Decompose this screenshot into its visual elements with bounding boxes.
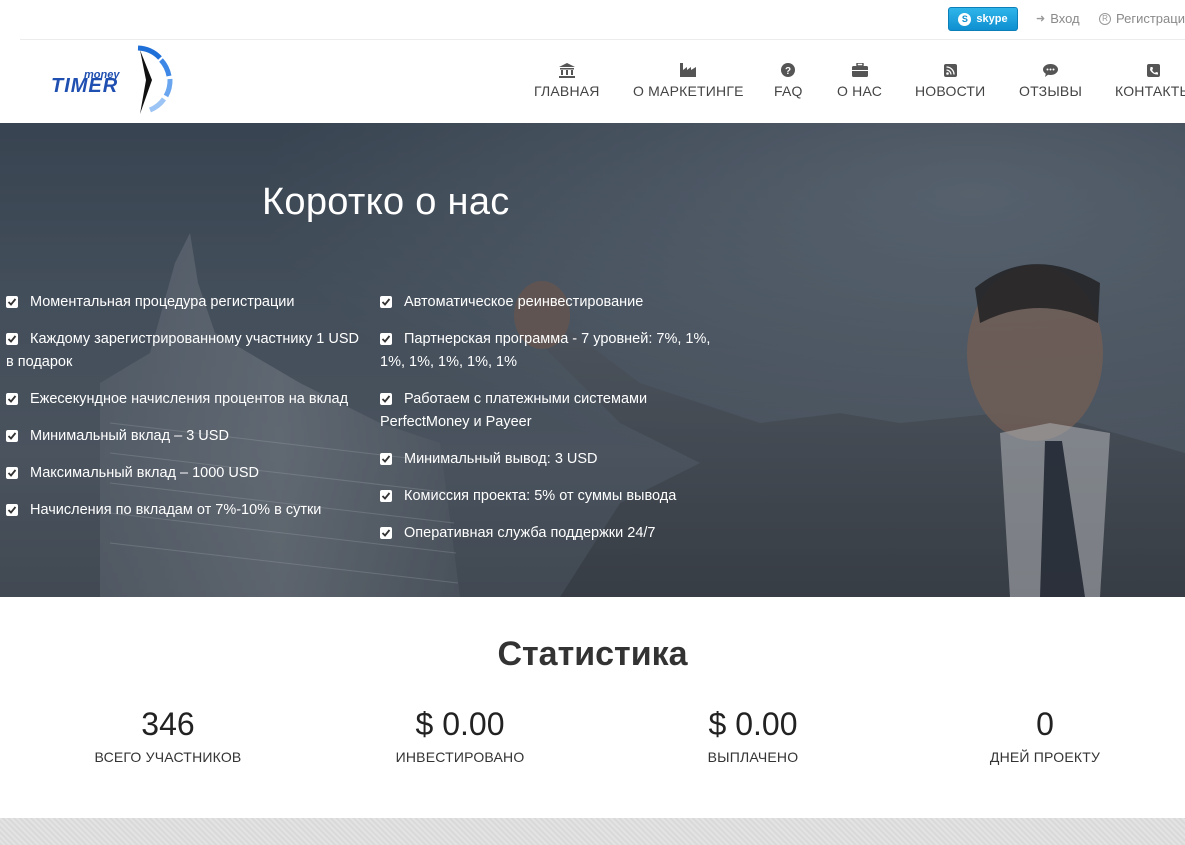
check-square-icon — [380, 490, 392, 502]
feature-text: Работаем с платежными системами PerfectM… — [380, 391, 648, 430]
industry-icon — [680, 62, 697, 78]
stat-value: $ 0.00 — [415, 706, 505, 742]
nav-contacts-label: КОНТАКТЫ — [1115, 83, 1185, 99]
feature-item: Работаем с платежными системами PerfectM… — [380, 388, 720, 434]
nav-home[interactable]: ГЛАВНАЯ — [534, 62, 600, 99]
stats-title: Статистика — [497, 635, 688, 673]
feature-text: Автоматическое реинвестирование — [404, 294, 644, 310]
feature-item: Оперативная служба поддержки 24/7 — [380, 522, 720, 545]
check-square-icon — [6, 296, 18, 308]
site-header: money TIMER ГЛАВНАЯ О МАРКЕТИНГЕ ? FAQ О… — [0, 40, 1185, 123]
feature-text: Максимальный вклад – 1000 USD — [30, 465, 259, 481]
feature-text: Каждому зарегистрированному участнику 1 … — [6, 331, 360, 370]
feature-text: Минимальный вывод: 3 USD — [404, 451, 598, 467]
footer-pattern-strip — [0, 818, 1185, 845]
site-logo[interactable]: money TIMER — [48, 44, 183, 116]
feature-item: Автоматическое реинвестирование — [380, 291, 720, 314]
features-list-left: Моментальная процедура регистрации Каждо… — [6, 291, 361, 536]
check-square-icon — [380, 527, 392, 539]
svg-text:?: ? — [785, 66, 791, 77]
about-hero: Коротко о нас Моментальная процедура рег… — [0, 123, 1185, 597]
sign-in-icon: ➜ — [1036, 13, 1046, 25]
nav-about-label: О НАС — [837, 83, 883, 99]
nav-faq-label: FAQ — [774, 83, 803, 99]
stat-label: ИНВЕСТИРОВАНО — [395, 749, 525, 765]
check-square-icon — [380, 296, 392, 308]
stat-project-days: 0 ДНЕЙ ПРОЕКТУ — [920, 706, 1170, 765]
feature-item: Начисления по вкладам от 7%-10% в сутки — [6, 499, 361, 522]
skype-icon: S — [958, 12, 972, 26]
register-label: Регистрация — [1116, 11, 1185, 26]
nav-home-label: ГЛАВНАЯ — [534, 83, 600, 99]
question-circle-icon: ? — [781, 62, 796, 78]
feature-item: Комиссия проекта: 5% от суммы вывода — [380, 485, 720, 508]
nav-about[interactable]: О НАС — [837, 62, 882, 99]
check-square-icon — [380, 333, 392, 345]
stat-value: $ 0.00 — [708, 706, 798, 742]
feature-text: Оперативная служба поддержки 24/7 — [404, 525, 656, 541]
login-label: Вход — [1050, 11, 1080, 26]
nav-reviews[interactable]: ОТЗЫВЫ — [1019, 62, 1082, 99]
check-square-icon — [380, 393, 392, 405]
login-link[interactable]: ➜ Вход — [1036, 11, 1080, 26]
feature-item: Максимальный вклад – 1000 USD — [6, 462, 361, 485]
register-link[interactable]: R Регистрация — [1099, 11, 1185, 26]
check-square-icon — [6, 504, 18, 516]
feature-item: Минимальный вклад – 3 USD — [6, 425, 361, 448]
hero-title: Коротко о нас — [262, 181, 510, 223]
nav-news[interactable]: НОВОСТИ — [915, 62, 985, 99]
nav-contacts[interactable]: КОНТАКТЫ — [1115, 62, 1185, 99]
feature-text: Моментальная процедура регистрации — [30, 294, 295, 310]
feature-text: Партнерская программа - 7 уровней: 7%, 1… — [380, 331, 711, 370]
comment-icon — [1043, 62, 1059, 78]
bank-icon — [558, 62, 575, 78]
stat-label: ВСЕГО УЧАСТНИКОВ — [94, 749, 242, 765]
skype-button[interactable]: S skype — [948, 7, 1018, 31]
check-square-icon — [6, 393, 18, 405]
registered-icon: R — [1099, 12, 1111, 25]
nav-faq[interactable]: ? FAQ — [774, 62, 803, 99]
feature-text: Комиссия проекта: 5% от суммы вывода — [404, 488, 677, 504]
stat-participants: 346 ВСЕГО УЧАСТНИКОВ — [43, 706, 293, 765]
nav-marketing[interactable]: О МАРКЕТИНГЕ — [633, 62, 744, 99]
skype-label: skype — [976, 13, 1008, 25]
nav-marketing-label: О МАРКЕТИНГЕ — [633, 83, 744, 99]
features-list-right: Автоматическое реинвестирование Партнерс… — [380, 291, 720, 559]
feature-text: Начисления по вкладам от 7%-10% в сутки — [30, 502, 322, 518]
stat-paid-out: $ 0.00 ВЫПЛАЧЕНО — [628, 706, 878, 765]
stat-value: 0 — [1036, 706, 1054, 742]
stat-value: 346 — [141, 706, 195, 742]
rss-icon — [943, 62, 957, 78]
feature-text: Минимальный вклад – 3 USD — [30, 428, 229, 444]
feature-item: Минимальный вывод: 3 USD — [380, 448, 720, 471]
logo-text-timer: TIMER — [51, 75, 118, 97]
nav-reviews-label: ОТЗЫВЫ — [1019, 83, 1083, 99]
check-square-icon — [6, 467, 18, 479]
feature-item: Партнерская программа - 7 уровней: 7%, 1… — [380, 328, 720, 374]
feature-item: Моментальная процедура регистрации — [6, 291, 361, 314]
stat-label: ВЫПЛАЧЕНО — [707, 749, 799, 765]
stat-label: ДНЕЙ ПРОЕКТУ — [989, 749, 1101, 765]
feature-item: Ежесекундное начисления процентов на вкл… — [6, 388, 361, 411]
briefcase-icon — [851, 62, 868, 78]
nav-news-label: НОВОСТИ — [915, 83, 986, 99]
phone-icon — [1147, 62, 1161, 78]
check-square-icon — [380, 453, 392, 465]
check-square-icon — [6, 430, 18, 442]
feature-item: Каждому зарегистрированному участнику 1 … — [6, 328, 361, 374]
stat-invested: $ 0.00 ИНВЕСТИРОВАНО — [335, 706, 585, 765]
check-square-icon — [6, 333, 18, 345]
feature-text: Ежесекундное начисления процентов на вкл… — [30, 391, 349, 407]
top-bar: S skype ➜ Вход R Регистрация — [0, 0, 1185, 40]
